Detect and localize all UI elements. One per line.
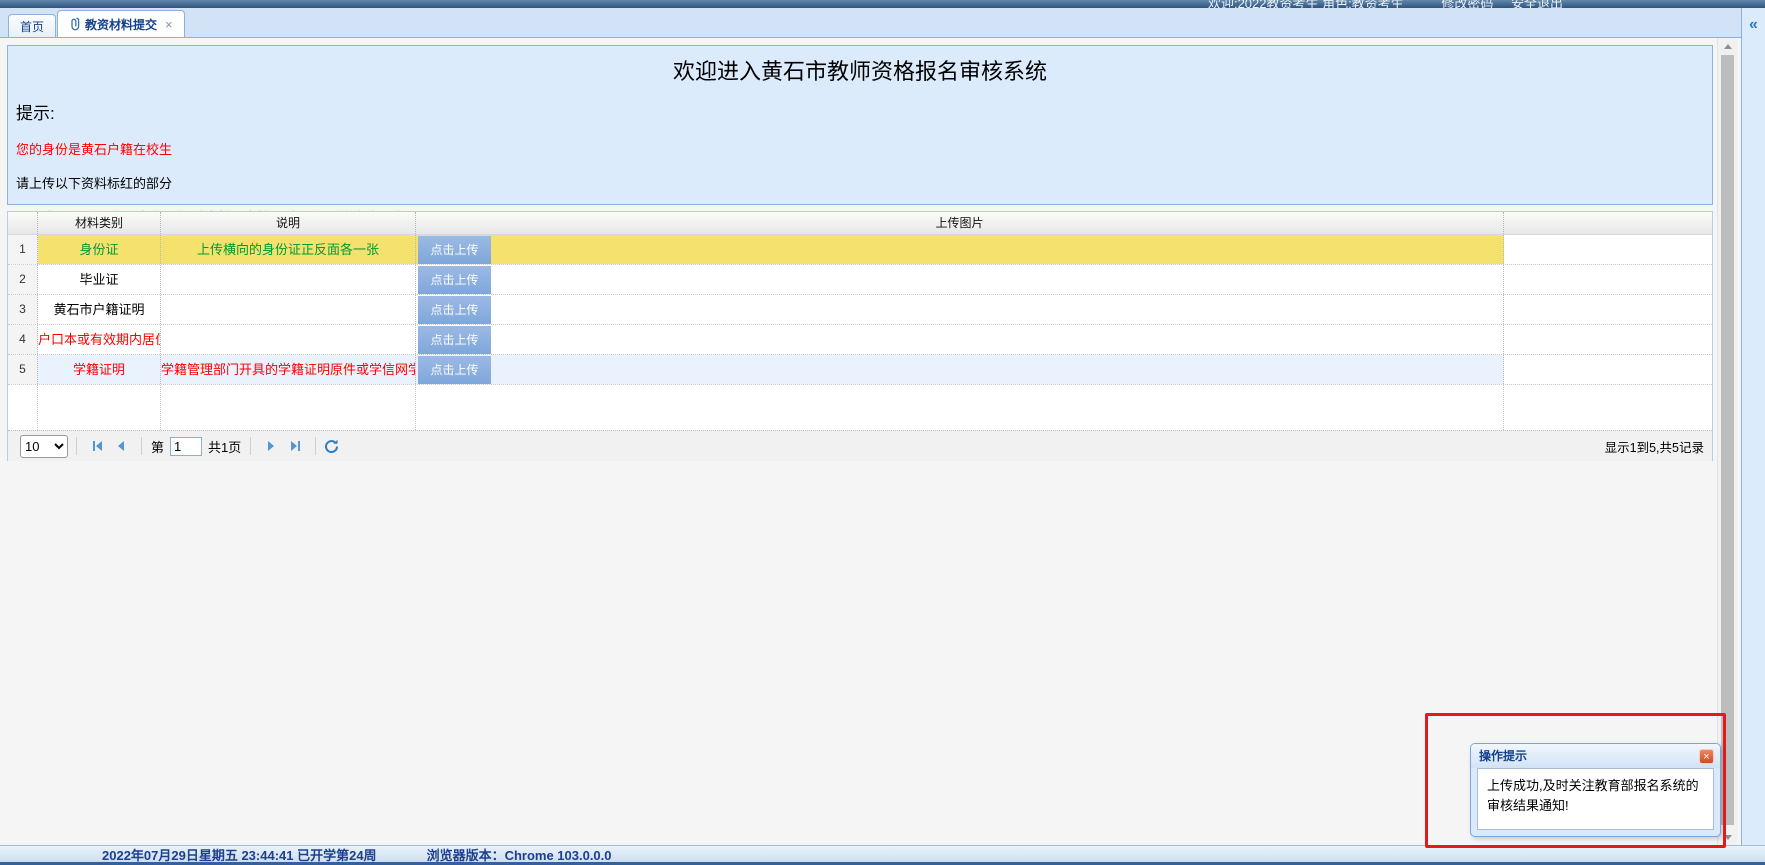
refresh-icon[interactable] — [324, 439, 339, 454]
tip-label: 提示: — [16, 99, 1712, 124]
row-number: 3 — [8, 295, 38, 324]
row-category: 户口本或有效期内居住证 — [38, 325, 161, 354]
row-number: 5 — [8, 355, 38, 384]
pagination-bar: 10 第 共1页 显示1到5,共5记录 — [8, 430, 1712, 461]
change-password-link[interactable]: 修改密码 — [1441, 0, 1493, 8]
status-bar: 2022年07月29日星期五 23:44:41 已开学第24周 浏览器版本：Ch… — [0, 845, 1765, 865]
east-panel-strip[interactable]: « — [1741, 8, 1765, 845]
scroll-up-button[interactable] — [1718, 38, 1737, 54]
row-upload-cell: 点击上传 — [416, 265, 1504, 294]
page-title: 欢迎进入黄石市教师资格报名审核系统 — [8, 54, 1712, 86]
table-row[interactable]: 2 毕业证 点击上传 — [8, 265, 1712, 295]
next-page-button[interactable] — [259, 434, 283, 458]
row-number: 4 — [8, 325, 38, 354]
table-row[interactable]: 3 黄石市户籍证明 点击上传 — [8, 295, 1712, 325]
upload-button[interactable]: 点击上传 — [418, 266, 491, 294]
table-row[interactable]: 1 身份证 上传横向的身份证正反面各一张 点击上传 — [8, 235, 1712, 265]
row-upload-cell: 点击上传 — [416, 235, 1504, 264]
tab-materials-submit[interactable]: 教资材料提交 × — [57, 10, 185, 37]
tab-home[interactable]: 首页 — [8, 14, 56, 37]
upload-button[interactable]: 点击上传 — [418, 356, 491, 384]
upload-button[interactable]: 点击上传 — [418, 326, 491, 354]
header-description: 说明 — [161, 212, 416, 234]
row-category: 毕业证 — [38, 265, 161, 294]
separator — [141, 437, 142, 455]
paperclip-icon — [69, 17, 80, 31]
row-description: 上传横向的身份证正反面各一张 — [161, 235, 416, 264]
last-page-button[interactable] — [283, 434, 307, 458]
row-category: 黄石市户籍证明 — [38, 295, 161, 324]
collapse-left-icon[interactable]: « — [1749, 16, 1758, 34]
app-window: 欢迎:2022教资考生 角色:教资考生 修改密码 安全退出 首页 教资材料提交 … — [0, 0, 1765, 865]
row-upload-cell: 点击上传 — [416, 295, 1504, 324]
row-description: 学籍管理部门开具的学籍证明原件或学信网学籍报告 — [161, 355, 416, 384]
identity-line: 您的身份是黄石户籍在校生 — [16, 139, 1712, 158]
table-row[interactable]: 5 学籍证明 学籍管理部门开具的学籍证明原件或学信网学籍报告 点击上传 — [8, 355, 1712, 385]
grid-header-row: 材料类别 说明 上传图片 — [8, 212, 1712, 235]
row-number: 2 — [8, 265, 38, 294]
separator — [250, 437, 251, 455]
instruction-line: 请上传以下资料标红的部分 — [16, 173, 1712, 192]
dialog-message: 上传成功,及时关注教育部报名系统的审核结果通知! — [1477, 768, 1714, 830]
separator — [76, 437, 77, 455]
upload-button[interactable]: 点击上传 — [418, 236, 491, 264]
arrow-down-icon — [1724, 835, 1732, 840]
first-page-button[interactable] — [85, 434, 109, 458]
row-category: 学籍证明 — [38, 355, 161, 384]
page-count-label: 共1页 — [208, 437, 241, 456]
page-size-select[interactable]: 10 — [20, 435, 68, 458]
dialog-title: 操作提示 — [1471, 744, 1720, 768]
browser-version-text: 浏览器版本：Chrome 103.0.0.0 — [427, 845, 612, 864]
row-description — [161, 265, 416, 294]
user-info-text: 欢迎:2022教资考生 角色:教资考生 — [1208, 0, 1404, 8]
page-number-input[interactable] — [170, 437, 202, 456]
row-description — [161, 325, 416, 354]
operation-tip-dialog: 操作提示 × 上传成功,及时关注教育部报名系统的审核结果通知! — [1470, 743, 1721, 837]
header-row-number — [8, 212, 38, 234]
vertical-scrollbar[interactable] — [1717, 38, 1737, 845]
row-category: 身份证 — [38, 235, 161, 264]
logout-link[interactable]: 安全退出 — [1511, 0, 1563, 8]
notice-panel: 欢迎进入黄石市教师资格报名审核系统 提示: 您的身份是黄石户籍在校生 请上传以下… — [7, 45, 1713, 205]
header-category: 材料类别 — [38, 212, 161, 234]
row-description — [161, 295, 416, 324]
tab-bar: 首页 教资材料提交 × — [0, 8, 1741, 38]
header-upload: 上传图片 — [416, 212, 1504, 234]
tab-close-icon[interactable]: × — [165, 18, 173, 31]
separator — [315, 437, 316, 455]
tab-materials-label: 教资材料提交 — [85, 16, 157, 33]
arrow-up-icon — [1724, 44, 1732, 49]
dialog-close-icon[interactable]: × — [1699, 749, 1714, 764]
datetime-text: 2022年07月29日星期五 23:44:41 已开学第24周 — [102, 845, 377, 864]
prev-page-button[interactable] — [109, 434, 133, 458]
page-prefix-label: 第 — [151, 437, 164, 456]
scrollbar-thumb[interactable] — [1721, 55, 1734, 825]
row-number: 1 — [8, 235, 38, 264]
top-header-bar: 欢迎:2022教资考生 角色:教资考生 修改密码 安全退出 — [0, 0, 1765, 8]
grid-empty-area — [8, 385, 1712, 430]
materials-datagrid: 材料类别 说明 上传图片 1 身份证 上传横向的身份证正反面各一张 点击上传 2… — [7, 211, 1713, 461]
tab-home-label: 首页 — [20, 18, 44, 35]
main-content: 欢迎进入黄石市教师资格报名审核系统 提示: 您的身份是黄石户籍在校生 请上传以下… — [0, 38, 1741, 845]
row-upload-cell: 点击上传 — [416, 325, 1504, 354]
records-summary: 显示1到5,共5记录 — [1605, 437, 1712, 456]
row-upload-cell: 点击上传 — [416, 355, 1504, 384]
table-row[interactable]: 4 户口本或有效期内居住证 点击上传 — [8, 325, 1712, 355]
upload-button[interactable]: 点击上传 — [418, 296, 491, 324]
